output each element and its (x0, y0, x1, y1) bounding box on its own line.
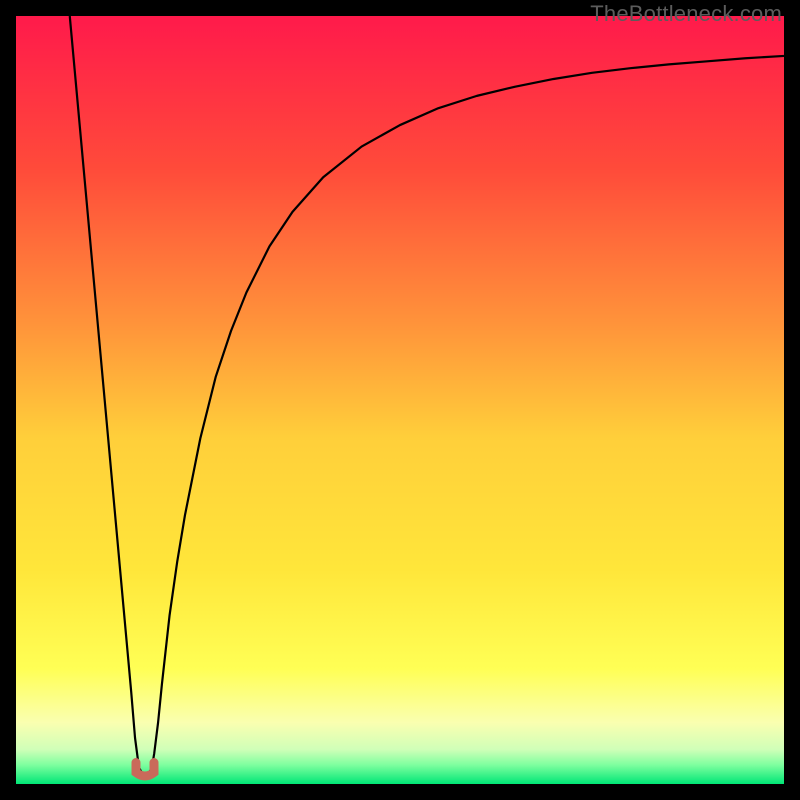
heatmap-background (16, 16, 784, 784)
watermark-label: TheBottleneck.com (590, 1, 782, 27)
chart-frame: TheBottleneck.com (0, 0, 800, 800)
bottleneck-chart (16, 16, 784, 784)
